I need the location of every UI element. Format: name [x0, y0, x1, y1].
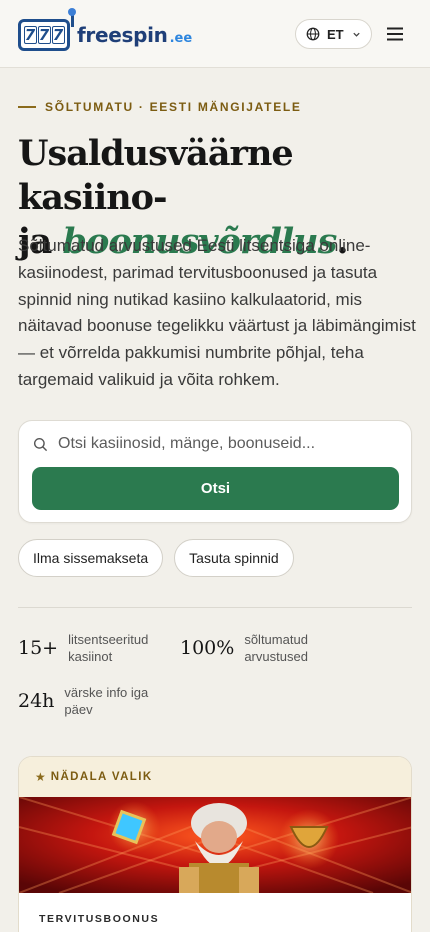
stat-updates: 24h värske info iga päev: [18, 684, 160, 718]
featured-card[interactable]: ★ NÄDALA VALIK TERVITUSBOONUS: [18, 756, 412, 932]
hero-description: Sõltumatud arvustused Eesti litsentsiga …: [18, 236, 416, 389]
stat-value: 100%: [180, 637, 235, 659]
featured-game-banner: [19, 797, 411, 893]
stat-label: värske info iga päev: [64, 685, 149, 717]
language-selector[interactable]: ET: [295, 19, 372, 49]
search-row: [33, 435, 388, 453]
chip-free-spins[interactable]: Tasuta spinnid: [174, 539, 294, 577]
stat-value: 24h: [18, 690, 55, 712]
star-icon: ★: [35, 770, 46, 784]
site-logo[interactable]: 7 7 7 freespin .ee: [18, 8, 193, 51]
featured-header: ★ NÄDALA VALIK: [19, 757, 411, 797]
hero-eyebrow: SÕLTUMATU · EESTI MÄNGIJATELE: [18, 100, 302, 114]
globe-icon: [306, 27, 320, 41]
chip-no-deposit[interactable]: Ilma sissemakseta: [18, 539, 164, 577]
stat-reviews: 100% sõltumatud arvustused: [180, 631, 340, 665]
search-input[interactable]: [58, 435, 388, 453]
eyebrow-dash: [18, 106, 36, 108]
language-code: ET: [327, 26, 344, 42]
hamburger-menu-icon[interactable]: [386, 26, 406, 42]
search-icon: [33, 437, 48, 451]
search-button[interactable]: Otsi: [32, 467, 399, 510]
logo-slot-digit: 7: [37, 26, 51, 44]
title-line1: Usaldusväärne kasiino-: [18, 133, 294, 218]
search-card: Otsi: [18, 420, 412, 523]
stat-label: sõltumatud arvustused: [244, 632, 308, 664]
slot-lever-icon: [68, 8, 76, 27]
slot-machine-logo-icon: 7 7 7: [18, 8, 76, 51]
logo-slot-digit: 7: [51, 26, 65, 44]
stat-casinos: 15+ litsentseeritud kasiinot: [18, 631, 164, 665]
filter-chips: Ilma sissemakseta Tasuta spinnid: [18, 539, 294, 577]
eyebrow-text: SÕLTUMATU · EESTI MÄNGIJATELE: [45, 100, 302, 114]
chevron-down-icon: [352, 32, 360, 37]
section-divider: [18, 607, 412, 608]
bonus-type-label: TERVITUSBOONUS: [39, 913, 160, 925]
game-art-image: [19, 797, 411, 893]
logo-name: freespin: [77, 23, 168, 47]
logo-slot-digit: 7: [23, 26, 37, 44]
stat-value: 15+: [18, 637, 59, 659]
logo-tld: .ee: [169, 30, 193, 46]
stat-label: litsentseeritud kasiinot: [68, 632, 149, 664]
featured-badge: NÄDALA VALIK: [50, 771, 153, 783]
site-header: 7 7 7 freespin .ee ET: [0, 0, 430, 68]
